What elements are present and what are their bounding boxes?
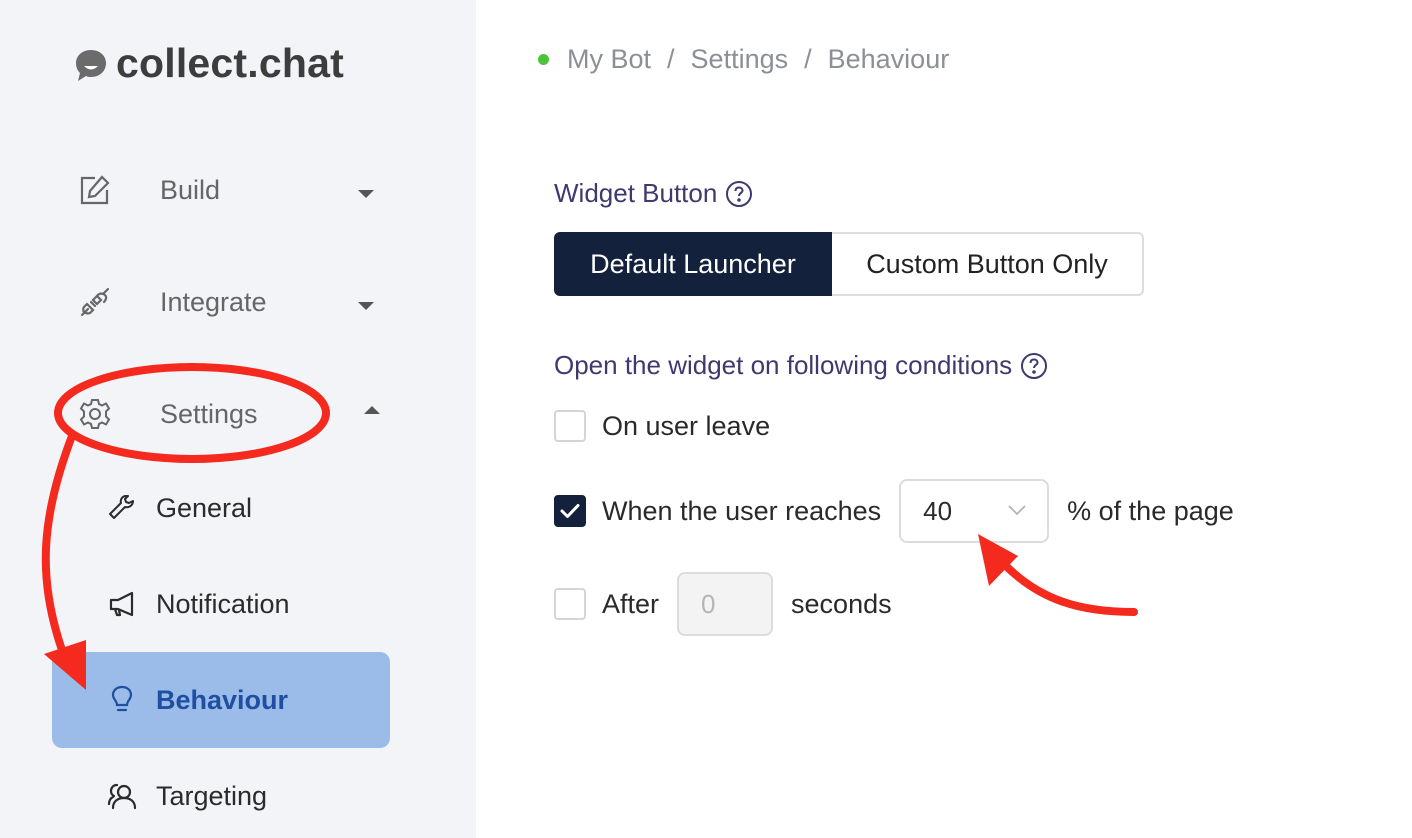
on-user-leave-label: On user leave bbox=[602, 410, 771, 441]
after-seconds-suffix: seconds bbox=[791, 588, 892, 619]
sidebar-item-settings[interactable]: Settings bbox=[52, 384, 390, 444]
sidebar-item-integrate[interactable]: Integrate bbox=[52, 272, 390, 332]
widget-button-title: Widget Button bbox=[554, 178, 753, 209]
sidebar-subitem-behaviour[interactable]: Behaviour bbox=[52, 652, 390, 748]
after-seconds-row: After 0 seconds bbox=[554, 572, 892, 636]
after-seconds-checkbox[interactable] bbox=[554, 588, 586, 620]
conditions-title: Open the widget on following conditions bbox=[554, 350, 1048, 381]
after-seconds-label: After bbox=[602, 588, 660, 619]
sidebar: collect.chat Build Integrate Settings Ge… bbox=[0, 0, 476, 838]
custom-button-only-button[interactable]: Custom Button Only bbox=[832, 232, 1144, 296]
gear-icon bbox=[78, 397, 112, 431]
chat-bubble-logo-icon bbox=[76, 49, 106, 81]
sidebar-item-label: Build bbox=[160, 174, 221, 205]
help-icon[interactable] bbox=[725, 180, 753, 208]
breadcrumb-item-behaviour: Behaviour bbox=[827, 44, 950, 74]
on-user-leave-checkbox[interactable] bbox=[554, 410, 586, 442]
chevron-down-icon bbox=[1008, 505, 1026, 516]
breadcrumb-separator: / bbox=[667, 44, 675, 74]
checkmark-icon bbox=[560, 504, 580, 518]
lightbulb-icon bbox=[106, 684, 138, 716]
sidebar-item-label: Behaviour bbox=[156, 684, 289, 715]
chevron-up-icon[interactable] bbox=[364, 406, 380, 414]
sidebar-item-build[interactable]: Build bbox=[52, 160, 390, 220]
main-content: My Bot / Settings / Behaviour Widget But… bbox=[476, 0, 1412, 838]
scroll-condition-label: When the user reaches bbox=[602, 495, 882, 526]
logo[interactable]: collect.chat bbox=[74, 40, 344, 87]
sidebar-subitem-notification[interactable]: Notification bbox=[52, 556, 390, 652]
sidebar-item-label: Settings bbox=[160, 398, 258, 429]
logo-text: collect.chat bbox=[116, 40, 344, 86]
sidebar-subitem-targeting[interactable]: Targeting bbox=[52, 748, 390, 838]
chevron-down-icon[interactable] bbox=[358, 302, 374, 310]
breadcrumb-item-bot[interactable]: My Bot bbox=[567, 44, 651, 75]
breadcrumb-item-settings[interactable]: Settings bbox=[691, 44, 789, 75]
seconds-input[interactable]: 0 bbox=[677, 572, 774, 636]
wrench-icon bbox=[106, 492, 138, 524]
seconds-value: 0 bbox=[701, 588, 716, 619]
scroll-condition-checkbox[interactable] bbox=[554, 495, 586, 527]
on-user-leave-row: On user leave bbox=[554, 410, 770, 442]
breadcrumb-separator: / bbox=[804, 44, 812, 74]
users-icon bbox=[106, 780, 138, 812]
section-title-text: Open the widget on following conditions bbox=[554, 350, 1013, 380]
sidebar-item-label: Notification bbox=[156, 588, 290, 619]
widget-button-toggle: Default Launcher Custom Button Only bbox=[554, 232, 1144, 296]
sidebar-item-label: Targeting bbox=[156, 780, 268, 811]
sidebar-item-label: General bbox=[156, 492, 253, 523]
chevron-down-icon[interactable] bbox=[358, 190, 374, 198]
megaphone-icon bbox=[106, 588, 138, 620]
plug-icon bbox=[78, 285, 112, 319]
scroll-percent-select[interactable]: 40 bbox=[899, 479, 1050, 543]
sidebar-item-label: Integrate bbox=[160, 286, 267, 317]
scroll-percent-value: 40 bbox=[923, 495, 953, 526]
default-launcher-button[interactable]: Default Launcher bbox=[554, 232, 832, 296]
edit-icon bbox=[78, 173, 112, 207]
scroll-condition-row: When the user reaches 40 % of the page bbox=[554, 479, 1234, 543]
breadcrumb: My Bot / Settings / Behaviour bbox=[538, 44, 949, 75]
scroll-condition-suffix: % of the page bbox=[1067, 495, 1234, 526]
section-title-text: Widget Button bbox=[554, 178, 718, 208]
sidebar-subitem-general[interactable]: General bbox=[52, 460, 390, 556]
help-icon[interactable] bbox=[1020, 352, 1048, 380]
status-dot bbox=[538, 54, 549, 65]
